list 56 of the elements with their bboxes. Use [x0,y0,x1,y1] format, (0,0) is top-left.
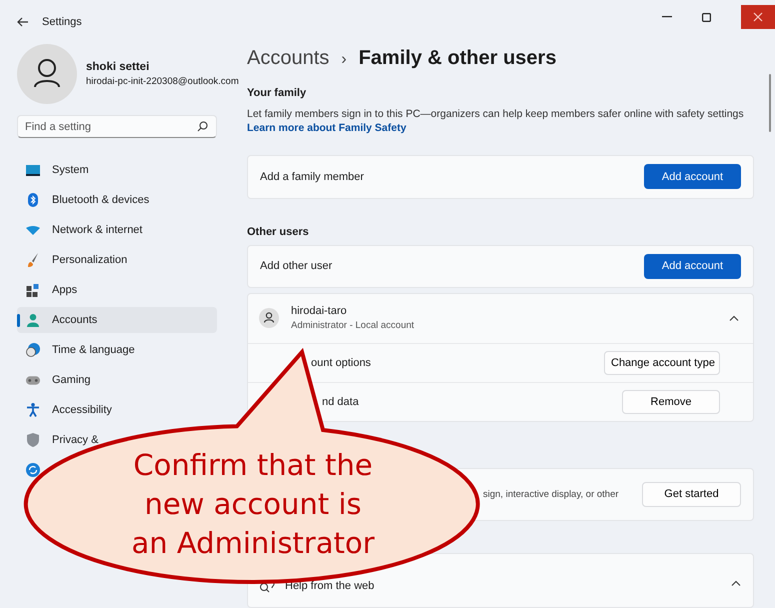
row-label: Add other user [260,260,332,272]
row-description: sign, interactive display, or other [483,488,619,500]
account-type: Administrator - Local account [291,320,414,332]
option-label: ount options [311,356,371,369]
section-description: Let family members sign in to this PC—organizers can help keep members safer online with safety settings [247,108,745,120]
callout-text: Confirm that the new account is an Administrator [130,447,376,562]
brush-icon [26,253,40,267]
controller-icon [26,376,40,384]
close-icon [753,12,763,22]
chevron-icon[interactable] [731,580,741,586]
get-started-button[interactable]: Get started [642,482,741,507]
page-title: Family & other users [358,47,556,70]
close-button[interactable] [741,5,775,29]
user-name: hirodai-taro [291,305,348,318]
shield-icon [26,433,40,447]
user-avatar-icon [259,308,279,328]
add-account-button[interactable]: Add account [644,254,741,279]
section-heading: Your family [247,87,308,99]
user-email: hirodai-pc-init-220308@outlook.com [86,76,239,87]
globe-clock-icon [26,343,40,357]
apps-icon [26,284,40,296]
user-name: shoki settei [86,61,150,73]
account-option-button[interactable]: Remove [622,390,720,414]
row-label: Add a family member [260,170,364,183]
account-option-button[interactable]: Change account type [604,350,720,375]
sidebar-item[interactable]: Network & internet [17,221,144,239]
sidebar-item[interactable]: Bluetooth & devices [17,191,152,209]
search-field[interactable]: Find a setting [17,115,217,138]
sidebar-item[interactable]: Accessibility [17,401,114,419]
sidebar-item[interactable]: System [17,161,91,179]
search-icon [197,121,208,132]
family-safety-link[interactable]: Learn more about Family Safety [247,122,406,134]
scrollbar[interactable] [769,74,771,132]
add-account-button[interactable]: Add account [644,164,741,190]
chevron-icon[interactable] [729,315,739,322]
bluetooth-icon [26,193,40,207]
breadcrumb-parent[interactable]: Accounts [247,47,330,70]
sidebar-item[interactable]: Time & language [17,341,137,359]
sidebar-item[interactable]: Gaming [17,371,93,389]
breadcrumb-separator: › [341,51,347,69]
option-label: nd data [322,396,359,408]
section-heading: Other users [247,226,310,238]
back-arrow-icon[interactable] [17,17,29,27]
accessibility-icon [26,403,40,417]
wifi-icon [26,226,40,234]
minimize-icon[interactable] [662,16,672,18]
refresh-icon [26,463,40,477]
avatar-icon [17,44,77,104]
sidebar-item[interactable]: Personalization [17,251,130,269]
monitor-icon [26,164,40,176]
maximize-icon[interactable] [702,12,711,22]
sidebar-item[interactable]: Accounts [17,307,217,333]
sidebar-item[interactable]: Apps [17,281,80,299]
person-icon [26,314,40,326]
window-title: Settings [42,16,82,28]
sidebar-item[interactable]: Privacy & [17,431,100,449]
